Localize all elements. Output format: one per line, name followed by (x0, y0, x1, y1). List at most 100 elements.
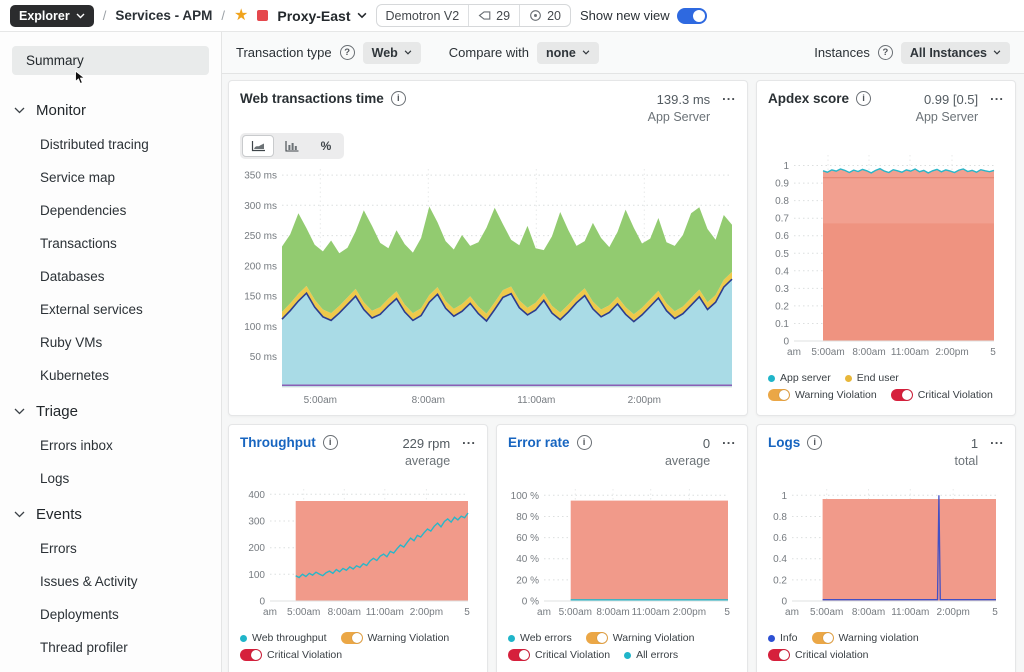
svg-text:5:00am: 5:00am (811, 347, 844, 358)
card-menu-button[interactable]: ... (990, 91, 1004, 101)
logs-card: Logs i 1 total ... 00.20.40.60.81am5:00a… (756, 424, 1016, 672)
svg-text:100: 100 (248, 570, 265, 581)
violation-toggle-icon[interactable] (812, 632, 834, 644)
card-menu-button[interactable]: ... (990, 435, 1004, 445)
error-rate-legend: Web errors Warning Violation Critical Viol… (508, 632, 736, 661)
svg-text:2:00pm: 2:00pm (628, 395, 661, 406)
breadcrumb[interactable]: Services - APM (115, 8, 212, 23)
violation-toggle-icon[interactable] (768, 389, 790, 401)
sidebar-item[interactable]: External services (0, 293, 221, 326)
logs-legend: Info Warning violation Critical violation (768, 632, 1004, 661)
info-icon[interactable]: i (323, 435, 338, 450)
sidebar-item[interactable]: Thread profiler (0, 631, 221, 664)
web-transactions-card: Web transactions time i 139.3 ms App Ser… (228, 80, 748, 416)
explorer-label: Explorer (19, 9, 70, 23)
sidebar-item[interactable]: Logs (0, 462, 221, 495)
legend-item[interactable]: Critical Violation (891, 389, 993, 401)
throughput-card: Throughput i 229 rpm average ... 0100200… (228, 424, 488, 672)
sidebar-item[interactable]: Ruby VMs (0, 326, 221, 359)
legend-item[interactable]: All errors (624, 649, 678, 661)
legend-item[interactable]: Web errors (508, 632, 572, 644)
throughput-chart[interactable]: 0100200300400am5:00am8:00am11:00am2:00pm… (240, 483, 476, 626)
svg-text:0: 0 (783, 337, 789, 348)
sidebar-item[interactable]: Kubernetes (0, 359, 221, 392)
sidebar-section-header-triage[interactable]: Triage (0, 392, 221, 429)
account-segment[interactable]: Demotron V2 (377, 5, 469, 26)
legend-item[interactable]: Info (768, 632, 798, 644)
sidebar-section-header-events[interactable]: Events (0, 495, 221, 532)
info-icon[interactable]: i (856, 91, 871, 106)
svg-text:am: am (537, 607, 551, 618)
tags-segment[interactable]: 29 (468, 5, 519, 26)
sidebar-item[interactable]: Deployments (0, 598, 221, 631)
instances-dropdown[interactable]: All Instances (901, 42, 1010, 64)
entity-dropdown[interactable]: Proxy-East (277, 8, 366, 24)
sidebar-item[interactable]: Distributed tracing (0, 128, 221, 161)
chart-type-area-button[interactable] (242, 135, 274, 157)
legend-item[interactable]: App server (768, 372, 831, 384)
sidebar-item[interactable]: Errors inbox (0, 429, 221, 462)
card-menu-button[interactable]: ... (722, 435, 736, 445)
apdex-chart[interactable]: 00.10.20.30.40.50.60.70.80.91am5:00am8:0… (768, 149, 1004, 366)
svg-text:0.9: 0.9 (775, 179, 789, 190)
card-menu-button[interactable]: ... (462, 435, 476, 445)
svg-text:am: am (785, 607, 799, 618)
sidebar-section-header-monitor[interactable]: Monitor (0, 91, 221, 128)
legend-item[interactable]: Critical Violation (240, 649, 342, 661)
sidebar-item[interactable]: Issues & Activity (0, 565, 221, 598)
legend-item[interactable]: Critical Violation (508, 649, 610, 661)
sidebar-item-summary[interactable]: Summary (12, 46, 209, 75)
compare-with-dropdown[interactable]: none (537, 42, 599, 64)
violation-toggle-icon[interactable] (240, 649, 262, 661)
violation-toggle-icon[interactable] (891, 389, 913, 401)
svg-text:8:00am: 8:00am (328, 607, 361, 618)
top-bar: Explorer / Services - APM / ★ Proxy-East… (0, 0, 1024, 32)
sidebar-item[interactable]: Transactions (0, 227, 221, 260)
svg-text:300: 300 (248, 517, 265, 528)
sidebar-item[interactable]: Service map (0, 161, 221, 194)
svg-text:8:00am: 8:00am (852, 347, 885, 358)
logs-chart[interactable]: 00.20.40.60.81am5:00am8:00am11:00am2:00p… (768, 483, 1004, 626)
legend-item[interactable]: Warning Violation (586, 632, 695, 644)
svg-text:0.5: 0.5 (775, 249, 789, 260)
svg-text:5:00am: 5:00am (304, 395, 337, 406)
web-transactions-chart[interactable]: 50 ms100 ms150 ms200 ms250 ms300 ms350 m… (240, 161, 736, 414)
transaction-type-dropdown[interactable]: Web (363, 42, 421, 64)
svg-text:80 %: 80 % (516, 512, 539, 523)
violation-toggle-icon[interactable] (508, 649, 530, 661)
help-icon[interactable]: ? (878, 45, 893, 60)
legend-item[interactable]: Warning Violation (341, 632, 450, 644)
sidebar-item[interactable]: Databases (0, 260, 221, 293)
legend-item[interactable]: Warning violation (812, 632, 919, 644)
workloads-segment[interactable]: 20 (519, 5, 570, 26)
chart-type-percent-button[interactable]: % (310, 135, 342, 157)
sidebar-item[interactable]: Dependencies (0, 194, 221, 227)
legend-item[interactable]: Web throughput (240, 632, 327, 644)
favorite-star-icon[interactable]: ★ (234, 8, 248, 24)
throughput-title[interactable]: Throughput i (240, 435, 338, 450)
error-rate-title[interactable]: Error rate i (508, 435, 592, 450)
violation-toggle-icon[interactable] (586, 632, 608, 644)
info-icon[interactable]: i (391, 91, 406, 106)
sidebar-section-triage: Triage Errors inboxLogs (0, 392, 221, 495)
legend-item[interactable]: Warning Violation (768, 389, 877, 401)
chart-type-bar-button[interactable] (276, 135, 308, 157)
info-icon[interactable]: i (577, 435, 592, 450)
legend-item[interactable]: Critical violation (768, 649, 869, 661)
legend-dot-icon (845, 375, 852, 382)
svg-text:5:00am: 5:00am (287, 607, 320, 618)
svg-text:0.6: 0.6 (775, 232, 789, 243)
explorer-dropdown[interactable]: Explorer (10, 5, 94, 27)
violation-toggle-icon[interactable] (341, 632, 363, 644)
svg-text:1: 1 (783, 161, 789, 172)
card-menu-button[interactable]: ... (722, 91, 736, 101)
info-icon[interactable]: i (807, 435, 822, 450)
help-icon[interactable]: ? (340, 45, 355, 60)
violation-toggle-icon[interactable] (768, 649, 790, 661)
legend-item[interactable]: End user (845, 372, 899, 384)
logs-title[interactable]: Logs i (768, 435, 822, 450)
show-new-view-toggle[interactable] (677, 8, 707, 24)
svg-text:0 %: 0 % (522, 597, 539, 608)
sidebar-item[interactable]: Errors (0, 532, 221, 565)
error-rate-chart[interactable]: 0 %20 %40 %60 %80 %100 %am5:00am8:00am11… (508, 483, 736, 626)
